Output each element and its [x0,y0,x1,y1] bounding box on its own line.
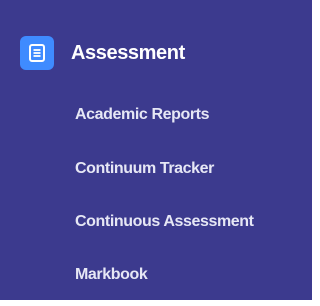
assessment-section-header[interactable]: Assessment [20,36,185,70]
sidebar-panel: Assessment Academic Reports Continuum Tr… [0,0,312,300]
menu-item-markbook[interactable]: Markbook [75,266,148,284]
menu-item-academic-reports[interactable]: Academic Reports [75,106,209,124]
assessment-section-title: Assessment [71,41,185,64]
assessment-document-icon [20,36,54,70]
menu-item-continuous-assessment[interactable]: Continuous Assessment [75,213,254,231]
menu-item-continuum-tracker[interactable]: Continuum Tracker [75,160,214,178]
